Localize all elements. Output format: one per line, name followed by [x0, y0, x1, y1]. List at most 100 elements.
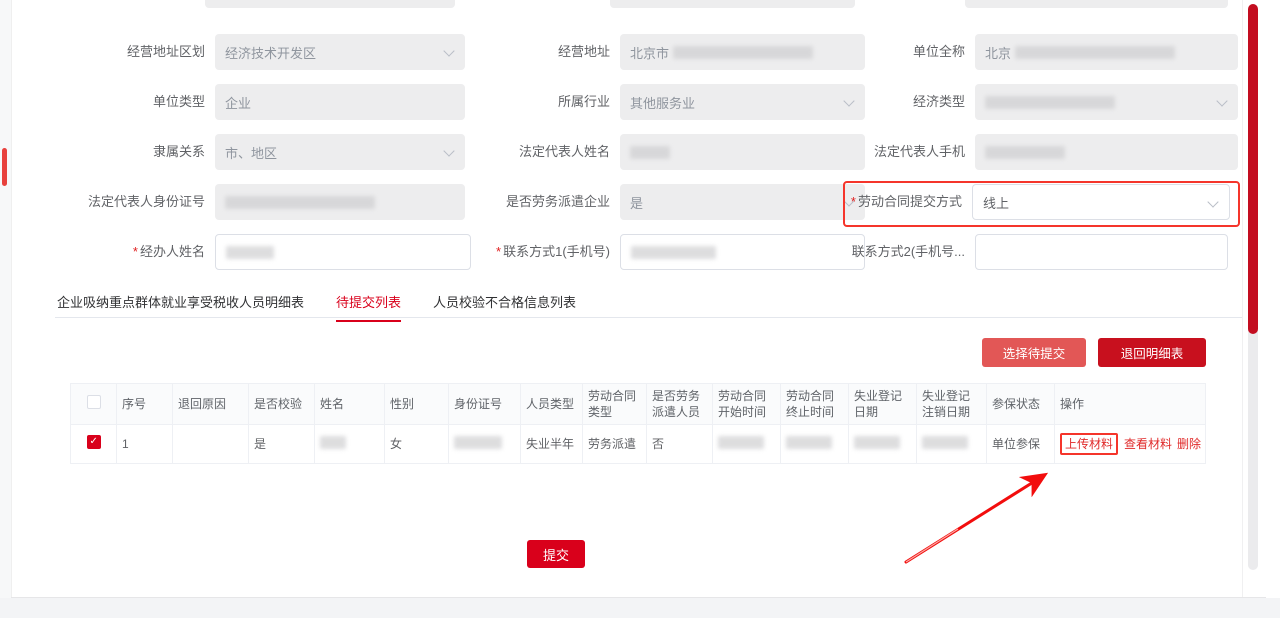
field-value: 北京 [985, 43, 1011, 62]
annotation-arrow-icon [888, 466, 1063, 570]
pending-submit-table: 序号 退回原因 是否校验 姓名 性别 身份证号 人员类型 劳动合同类型 是否劳务… [70, 383, 1205, 464]
cell-person-type: 失业半年 [521, 425, 583, 464]
field-label: *经办人姓名 [20, 244, 215, 260]
redacted-text [630, 146, 670, 159]
cutoff-input [965, 0, 1228, 8]
col-unemploy-cancel-date: 失业登记注销日期 [917, 384, 987, 425]
col-insure-status: 参保状态 [987, 384, 1055, 425]
field-label: 法定代表人身份证号 [20, 194, 215, 210]
return-detail-button[interactable]: 退回明细表 [1098, 338, 1206, 367]
redacted-text [225, 196, 375, 209]
left-scrollbar-thumb[interactable] [2, 148, 7, 186]
field-label: 所属行业 [430, 94, 620, 110]
field-label: 单位全称 [780, 44, 975, 60]
field-label: 单位类型 [20, 94, 215, 110]
cell-id-number [449, 425, 521, 464]
annotation-highlight-box: 上传材料 [1060, 433, 1118, 455]
field-label: 联系方式2(手机号... [780, 244, 975, 260]
company-full-name-input: 北京 [975, 34, 1238, 70]
redacted-text [454, 436, 502, 449]
col-seq: 序号 [117, 384, 173, 425]
field-value: 北京市 [630, 43, 669, 62]
economic-type-select [975, 84, 1238, 120]
field-contract-submit-method: *劳动合同提交方式 线上 [780, 184, 1230, 220]
submit-button[interactable]: 提交 [527, 540, 585, 568]
redacted-text [985, 146, 1065, 159]
cell-unemploy-reg-date [849, 425, 917, 464]
cutoff-input [610, 0, 855, 8]
field-value: 企业 [225, 93, 251, 112]
cell-seq: 1 [117, 425, 173, 464]
col-is-dispatch: 是否劳务派遣人员 [647, 384, 713, 425]
redacted-text [631, 246, 716, 259]
cell-name [315, 425, 385, 464]
field-value: 其他服务业 [630, 93, 695, 112]
col-actions: 操作 [1055, 384, 1206, 425]
redacted-text [718, 436, 764, 449]
redacted-text [786, 436, 832, 449]
col-contract-end: 劳动合同终止时间 [781, 384, 849, 425]
redacted-text [320, 436, 346, 449]
col-name: 姓名 [315, 384, 385, 425]
col-unemploy-reg-date: 失业登记日期 [849, 384, 917, 425]
field-agent-name: *经办人姓名 [20, 234, 471, 270]
field-label: *联系方式1(手机号) [430, 244, 620, 260]
cell-contract-end [781, 425, 849, 464]
field-value: 经济技术开发区 [225, 43, 316, 62]
required-star: * [133, 244, 138, 259]
field-label: 经济类型 [780, 94, 975, 110]
table-header-row: 序号 退回原因 是否校验 姓名 性别 身份证号 人员类型 劳动合同类型 是否劳务… [71, 384, 1206, 425]
business-address-district-select: 经济技术开发区 [215, 34, 465, 70]
vertical-scrollbar-thumb[interactable] [1248, 4, 1258, 334]
col-person-type: 人员类型 [521, 384, 583, 425]
cell-contract-start [713, 425, 781, 464]
field-value: 市、地区 [225, 143, 277, 162]
select-pending-button[interactable]: 选择待提交 [982, 338, 1086, 367]
field-contact-phone-2: 联系方式2(手机号... [780, 234, 1228, 270]
field-unit-type: 单位类型 企业 [20, 84, 465, 120]
tab-bar: 企业吸纳重点群体就业享受税收人员明细表 待提交列表 人员校验不合格信息列表 [57, 292, 576, 322]
upload-material-link[interactable]: 上传材料 [1065, 437, 1113, 451]
field-economic-type: 经济类型 [780, 84, 1238, 120]
col-gender: 性别 [385, 384, 449, 425]
card-right-border [1242, 0, 1243, 598]
legal-rep-phone-input [975, 134, 1238, 170]
redacted-text [226, 246, 274, 259]
field-company-full-name: 单位全称 北京 [780, 34, 1238, 70]
cell-gender: 女 [385, 425, 449, 464]
cutoff-input [205, 0, 455, 8]
field-label: 法定代表人姓名 [430, 144, 620, 160]
contact-phone-2-input[interactable] [975, 234, 1228, 270]
field-label: *劳动合同提交方式 [780, 194, 972, 210]
row-checkbox[interactable] [87, 435, 101, 449]
cell-is-dispatch: 否 [647, 425, 713, 464]
required-star: * [496, 244, 501, 259]
col-contract-start: 劳动合同开始时间 [713, 384, 781, 425]
redacted-text [922, 436, 968, 449]
select-all-checkbox[interactable] [87, 395, 101, 409]
redacted-text [854, 436, 900, 449]
chevron-down-icon [1216, 95, 1227, 106]
unit-type-input: 企业 [215, 84, 465, 120]
field-label: 经营地址 [430, 44, 620, 60]
cell-unemploy-cancel-date [917, 425, 987, 464]
tab-enterprise-detail-list[interactable]: 企业吸纳重点群体就业享受税收人员明细表 [57, 292, 304, 322]
left-scrollbar-track [0, 0, 12, 598]
delete-link[interactable]: 删除 [1177, 437, 1201, 451]
contract-submit-method-select[interactable]: 线上 [972, 184, 1230, 220]
cell-actions: 上传材料查看材料删除 [1055, 425, 1206, 464]
col-return-reason: 退回原因 [173, 384, 249, 425]
col-verified: 是否校验 [249, 384, 315, 425]
view-material-link[interactable]: 查看材料 [1124, 437, 1172, 451]
col-id-number: 身份证号 [449, 384, 521, 425]
tab-pending-submit-list[interactable]: 待提交列表 [336, 292, 401, 322]
field-legal-rep-id-number: 法定代表人身份证号 [20, 184, 465, 220]
field-label: 经营地址区划 [20, 44, 215, 60]
tab-verification-failed-list[interactable]: 人员校验不合格信息列表 [433, 292, 576, 322]
required-star: * [851, 194, 856, 209]
col-contract-type: 劳动合同类型 [583, 384, 647, 425]
field-value: 是 [630, 193, 643, 212]
redacted-text [1015, 46, 1175, 59]
field-business-address-district: 经营地址区划 经济技术开发区 [20, 34, 465, 70]
affiliation-select: 市、地区 [215, 134, 465, 170]
